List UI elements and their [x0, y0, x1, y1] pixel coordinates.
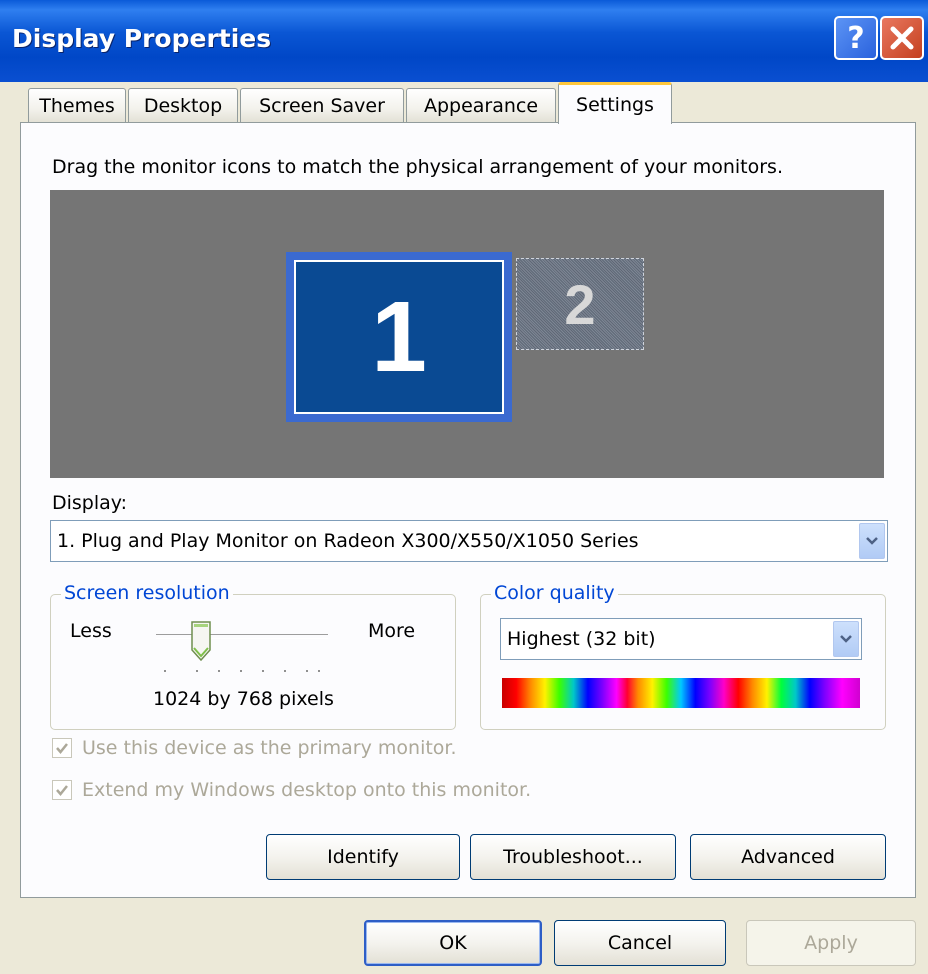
slider-tick — [284, 670, 286, 672]
apply-button[interactable]: Apply — [746, 920, 916, 966]
color-quality-value: Highest (32 bit) — [507, 628, 656, 650]
slider-tick — [306, 670, 308, 672]
slider-tick — [164, 670, 166, 672]
resolution-slider-thumb[interactable] — [190, 620, 212, 662]
extend-desktop-label: Extend my Windows desktop onto this moni… — [82, 779, 532, 801]
screen-resolution-title: Screen resolution — [61, 582, 233, 604]
chevron-down-icon — [840, 635, 852, 643]
tab-appearance[interactable]: Appearance — [406, 88, 556, 122]
color-quality-title: Color quality — [491, 582, 618, 604]
slider-tick — [240, 670, 242, 672]
tab-screen-saver[interactable]: Screen Saver — [240, 88, 404, 122]
color-preview-bar — [502, 678, 860, 708]
cancel-button[interactable]: Cancel — [554, 920, 726, 966]
troubleshoot-button[interactable]: Troubleshoot... — [470, 834, 676, 880]
slider-tick — [196, 670, 198, 672]
display-select[interactable]: 1. Plug and Play Monitor on Radeon X300/… — [50, 520, 888, 562]
primary-monitor-checkbox[interactable] — [52, 738, 72, 758]
color-quality-group: Color quality — [480, 582, 886, 730]
tab-desktop[interactable]: Desktop — [128, 88, 238, 122]
slider-tick — [318, 670, 320, 672]
tab-settings[interactable]: Settings — [558, 82, 672, 124]
ok-button[interactable]: OK — [364, 920, 542, 966]
title-bar[interactable]: Display Properties ? — [0, 0, 928, 82]
display-label: Display: — [52, 492, 128, 514]
monitor-1-icon[interactable]: 1 — [286, 252, 512, 422]
close-button[interactable] — [880, 16, 924, 60]
slider-tick — [218, 670, 220, 672]
monitor-2-number: 2 — [564, 272, 596, 336]
help-button[interactable]: ? — [834, 16, 878, 60]
monitor-1-screen: 1 — [294, 260, 504, 414]
identify-button[interactable]: Identify — [266, 834, 460, 880]
display-select-value: 1. Plug and Play Monitor on Radeon X300/… — [57, 530, 639, 552]
resolution-more-label: More — [368, 620, 416, 642]
extend-desktop-checkbox[interactable] — [52, 780, 72, 800]
question-icon: ? — [847, 20, 865, 56]
advanced-button[interactable]: Advanced — [690, 834, 886, 880]
resolution-less-label: Less — [70, 620, 112, 642]
resolution-slider-track[interactable] — [156, 634, 328, 639]
color-quality-dropdown-button[interactable] — [833, 621, 859, 657]
resolution-value: 1024 by 768 pixels — [153, 688, 334, 710]
primary-monitor-label: Use this device as the primary monitor. — [82, 737, 457, 759]
instruction-text: Drag the monitor icons to match the phys… — [52, 156, 783, 178]
chevron-down-icon — [866, 537, 878, 545]
slider-tick — [262, 670, 264, 672]
display-dropdown-button[interactable] — [859, 523, 885, 559]
checkmark-icon — [56, 743, 68, 754]
close-icon — [890, 26, 914, 50]
checkmark-icon — [56, 785, 68, 796]
window-title: Display Properties — [12, 24, 272, 53]
monitor-1-number: 1 — [371, 280, 427, 393]
color-quality-select[interactable]: Highest (32 bit) — [500, 618, 862, 660]
tab-themes[interactable]: Themes — [28, 88, 126, 122]
monitor-2-icon[interactable]: 2 — [516, 258, 644, 350]
